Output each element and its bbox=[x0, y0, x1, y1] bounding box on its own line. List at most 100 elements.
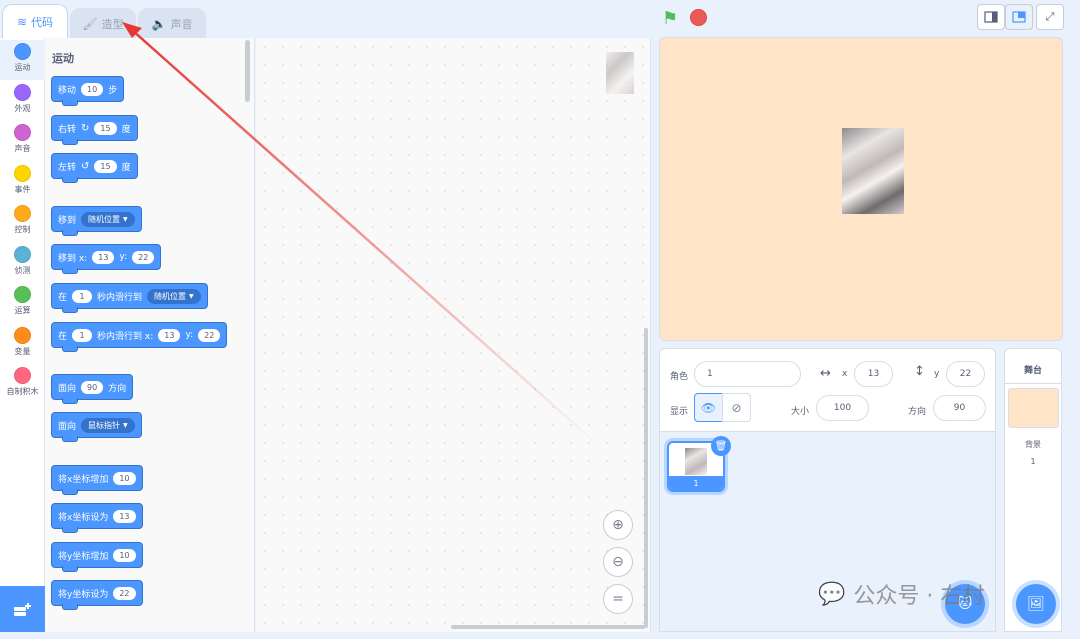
script-area[interactable]: ⊕ ⊖ = bbox=[256, 38, 651, 632]
block-number-input[interactable]: 22 bbox=[198, 328, 221, 342]
block-number-input[interactable]: 22 bbox=[132, 250, 155, 264]
script-horizontal-scrollbar[interactable] bbox=[451, 625, 645, 629]
category-sound[interactable]: 声音 bbox=[0, 121, 45, 161]
block-number-input[interactable]: 22 bbox=[113, 586, 136, 600]
block-text: 方向 bbox=[108, 383, 127, 394]
block-turn-right[interactable]: 右转 ↻ 15 度 bbox=[51, 115, 138, 145]
sprite-card-name: 1 bbox=[669, 476, 723, 490]
eye-icon: 👁 bbox=[700, 400, 717, 415]
zoom-in-button[interactable]: ⊕ bbox=[603, 510, 633, 540]
image-icon: 🖼 bbox=[1027, 596, 1045, 612]
delete-sprite-button[interactable]: 🗑 bbox=[711, 436, 731, 456]
category-label: 自制积木 bbox=[6, 387, 39, 396]
block-dropdown[interactable]: 随机位置 ▼ bbox=[81, 211, 135, 227]
zoom-reset-icon: = bbox=[612, 591, 624, 607]
block-number-input[interactable]: 10 bbox=[113, 471, 136, 485]
block-text: 将y坐标增加 bbox=[58, 551, 109, 562]
category-looks[interactable]: 外观 bbox=[0, 81, 45, 121]
category-motion[interactable]: 运动 bbox=[0, 40, 45, 80]
eye-slash-icon: ⊘ bbox=[731, 400, 742, 415]
block-number-input[interactable]: 10 bbox=[113, 548, 136, 562]
stage-thumbnail[interactable] bbox=[1008, 388, 1059, 428]
block-dropdown[interactable]: 随机位置 ▼ bbox=[147, 288, 201, 304]
add-extension-button[interactable] bbox=[0, 586, 45, 632]
size-input[interactable]: 100 bbox=[816, 395, 869, 421]
sprite-info-panel: 角色 1 ↔ x 13 ↕ y 22 显示 👁 ⊘ 大小 100 方向 90 bbox=[659, 348, 996, 432]
backdrop-label: 背景 bbox=[1025, 440, 1041, 449]
block-number-input[interactable]: 13 bbox=[113, 509, 136, 523]
block-point-towards[interactable]: 面向 鼠标指针 ▼ bbox=[51, 412, 142, 442]
block-text: 在 bbox=[58, 331, 68, 342]
show-sprite-button[interactable]: 👁 bbox=[694, 393, 723, 422]
block-point-direction[interactable]: 面向 90 方向 bbox=[51, 374, 134, 404]
stage-canvas[interactable] bbox=[659, 37, 1063, 341]
control-category-icon bbox=[14, 205, 31, 222]
block-dropdown[interactable]: 鼠标指针 ▼ bbox=[81, 417, 135, 433]
caret-down-icon: ▼ bbox=[123, 421, 128, 429]
fullscreen-button[interactable]: ⤢ bbox=[1036, 4, 1064, 30]
y-label: y bbox=[934, 369, 940, 379]
palette-section-title: 运动 bbox=[52, 52, 74, 65]
backdrop-count: 1 bbox=[1030, 457, 1036, 466]
block-change-x[interactable]: 将x坐标增加 10 bbox=[51, 465, 143, 495]
normal-stage-button[interactable] bbox=[1005, 4, 1033, 30]
normal-stage-icon bbox=[1012, 11, 1026, 23]
sprite-name-label: 角色 bbox=[670, 372, 689, 382]
category-label: 控制 bbox=[14, 225, 31, 234]
block-number-input[interactable]: 90 bbox=[81, 380, 104, 394]
choose-backdrop-button[interactable]: 🖼 bbox=[1016, 584, 1056, 624]
block-glide-to[interactable]: 在 1 秒内滑行到 随机位置 ▼ bbox=[51, 283, 208, 313]
category-menu: 运动 外观 声音 事件 控制 侦测 运算 变量 自制积木 bbox=[0, 38, 45, 586]
tab-code[interactable]: ≋ 代码 bbox=[2, 4, 68, 38]
small-stage-button[interactable] bbox=[977, 4, 1005, 30]
block-number-input[interactable]: 1 bbox=[72, 289, 93, 303]
block-number-input[interactable]: 15 bbox=[94, 121, 117, 135]
stop-button[interactable] bbox=[690, 9, 707, 26]
script-vertical-scrollbar[interactable] bbox=[644, 328, 648, 628]
brush-icon: 🖌 bbox=[82, 16, 98, 31]
zoom-reset-button[interactable]: = bbox=[603, 584, 633, 614]
category-label: 运动 bbox=[14, 63, 31, 72]
category-events[interactable]: 事件 bbox=[0, 162, 45, 202]
block-turn-left[interactable]: 左转 ↺ 15 度 bbox=[51, 153, 138, 183]
variables-category-icon bbox=[14, 327, 31, 344]
sprite-on-stage[interactable] bbox=[842, 128, 904, 214]
block-number-input[interactable]: 10 bbox=[81, 82, 104, 96]
block-set-x[interactable]: 将x坐标设为 13 bbox=[51, 503, 143, 533]
block-set-y[interactable]: 将y坐标设为 22 bbox=[51, 580, 143, 610]
direction-input[interactable]: 90 bbox=[933, 395, 986, 421]
add-extension-icon bbox=[13, 603, 31, 616]
category-my-blocks[interactable]: 自制积木 bbox=[0, 364, 45, 404]
block-goto[interactable]: 移到 随机位置 ▼ bbox=[51, 206, 142, 236]
size-label: 大小 bbox=[791, 407, 810, 417]
x-arrows-icon: ↔ bbox=[820, 366, 831, 381]
category-operators[interactable]: 运算 bbox=[0, 283, 45, 323]
category-label: 侦测 bbox=[14, 266, 31, 275]
block-goto-xy[interactable]: 移到 x: 13 y: 22 bbox=[51, 244, 162, 274]
block-number-input[interactable]: 1 bbox=[72, 328, 93, 342]
tab-sounds[interactable]: 🔈 声音 bbox=[138, 8, 206, 38]
block-palette: 运动 移动 10 步 右转 ↻ 15 度 左转 ↺ 15 度 移到 随机位置 ▼… bbox=[45, 38, 255, 632]
tab-costumes[interactable]: 🖌 造型 bbox=[70, 8, 136, 38]
speaker-icon: 🔈 bbox=[151, 16, 167, 31]
hide-sprite-button[interactable]: ⊘ bbox=[722, 393, 751, 422]
category-variables[interactable]: 变量 bbox=[0, 324, 45, 364]
block-number-input[interactable]: 13 bbox=[92, 250, 115, 264]
block-move-steps[interactable]: 移动 10 步 bbox=[51, 76, 125, 106]
block-text: 移动 bbox=[58, 85, 77, 96]
sprite-name-input[interactable]: 1 bbox=[694, 361, 801, 387]
green-flag-icon[interactable]: ⚑ bbox=[662, 8, 678, 29]
palette-scrollbar[interactable] bbox=[245, 40, 250, 102]
category-sensing[interactable]: 侦测 bbox=[0, 243, 45, 283]
block-number-input[interactable]: 13 bbox=[158, 328, 181, 342]
x-input[interactable]: 13 bbox=[854, 361, 893, 387]
category-control[interactable]: 控制 bbox=[0, 202, 45, 242]
zoom-out-button[interactable]: ⊖ bbox=[603, 547, 633, 577]
y-input[interactable]: 22 bbox=[946, 361, 985, 387]
block-number-input[interactable]: 15 bbox=[94, 159, 117, 173]
sound-category-icon bbox=[14, 124, 31, 141]
block-change-y[interactable]: 将y坐标增加 10 bbox=[51, 542, 143, 572]
tab-costumes-label: 造型 bbox=[101, 17, 124, 31]
block-text: 度 bbox=[121, 124, 131, 135]
block-glide-to-xy[interactable]: 在 1 秒内滑行到 x: 13 y: 22 bbox=[51, 322, 228, 352]
